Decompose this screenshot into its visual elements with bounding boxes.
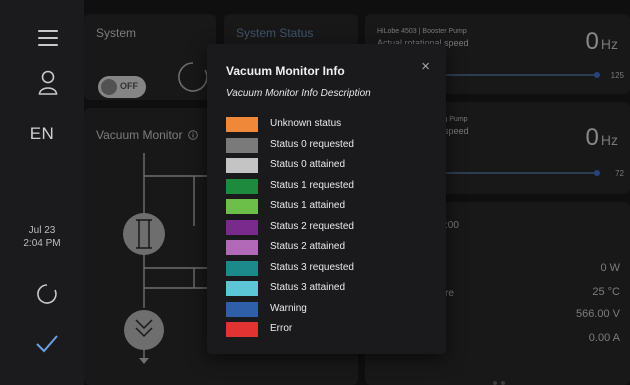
legend-row: Status 3 requested [226, 260, 426, 281]
legend-row: Status 2 attained [226, 239, 426, 260]
legend-swatch [226, 322, 258, 337]
legend-swatch [226, 301, 258, 317]
legend-swatch [226, 137, 258, 153]
status-legend: Unknown status Status 0 requested Status 0… [226, 116, 426, 342]
legend-row: Error [226, 321, 426, 342]
time-label: 2:04 PM [23, 238, 61, 249]
menu-icon[interactable] [38, 30, 58, 46]
date-label: Jul 23 [28, 225, 56, 236]
legend-row: Status 1 attained [226, 198, 426, 219]
legend-label: Unknown status [270, 118, 342, 129]
dialog-description: Vacuum Monitor Info Description [226, 88, 371, 99]
legend-row: Status 3 attained [226, 280, 426, 301]
legend-label: Status 3 attained [270, 282, 346, 293]
legend-label: Warning [270, 302, 307, 314]
close-icon[interactable]: × [421, 58, 430, 75]
legend-row: Status 1 requested [226, 178, 426, 199]
legend-row: Status 0 attained [226, 157, 426, 178]
legend-swatch [226, 260, 258, 276]
legend-swatch [226, 219, 258, 235]
clock: Jul 23 2:04 PM [0, 224, 84, 250]
legend-swatch [226, 178, 258, 194]
legend-row: Status 0 requested [226, 137, 426, 158]
legend-swatch [226, 158, 258, 173]
vacuum-monitor-info-dialog: Vacuum Monitor Info × Vacuum Monitor Inf… [207, 44, 446, 354]
legend-swatch [226, 199, 258, 214]
legend-row: Unknown status [226, 116, 426, 137]
legend-label: Status 0 requested [270, 138, 354, 150]
legend-label: Status 0 attained [270, 159, 346, 170]
left-rail: EN Jul 23 2:04 PM [0, 0, 84, 385]
legend-swatch [226, 281, 258, 296]
legend-label: Status 1 attained [270, 200, 346, 211]
legend-label: Error [270, 323, 293, 334]
language-selector[interactable]: EN [0, 124, 84, 144]
legend-label: Status 3 requested [270, 261, 354, 273]
legend-swatch [226, 117, 258, 132]
legend-label: Status 2 requested [270, 220, 354, 232]
loading-spinner-icon [37, 284, 57, 304]
legend-swatch [226, 240, 258, 255]
user-icon[interactable] [38, 70, 58, 96]
legend-label: Status 1 requested [270, 179, 354, 191]
dialog-title: Vacuum Monitor Info [226, 64, 345, 78]
check-icon[interactable] [35, 333, 59, 353]
legend-row: Status 2 requested [226, 219, 426, 240]
legend-row: Warning [226, 301, 426, 322]
legend-label: Status 2 attained [270, 241, 346, 252]
